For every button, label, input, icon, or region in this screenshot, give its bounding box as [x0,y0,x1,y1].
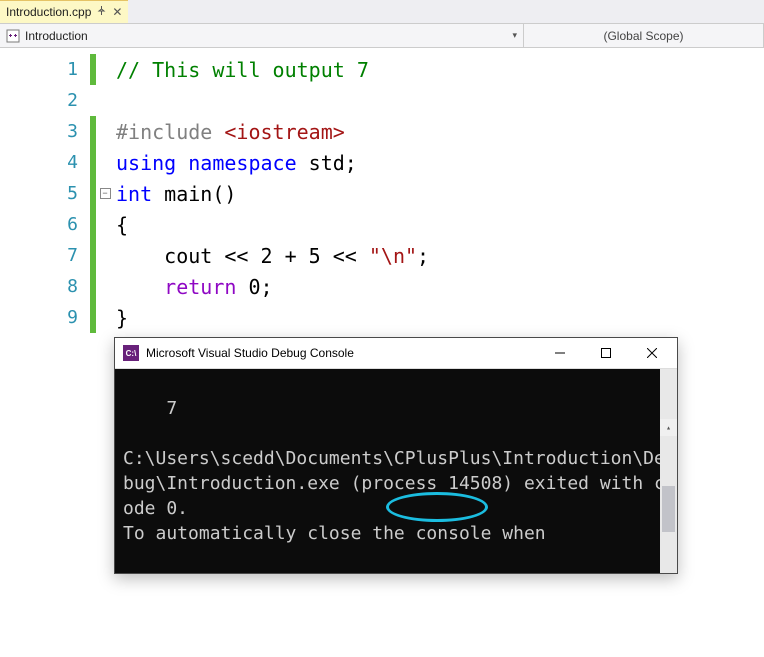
modification-marker [90,209,96,240]
console-title-text: Microsoft Visual Studio Debug Console [146,346,537,360]
tab-filename: Introduction.cpp [6,5,91,19]
close-icon[interactable]: ✕ [112,5,122,19]
line-number: 7 [0,240,88,271]
line-number: 6 [0,209,88,240]
maximize-button[interactable] [583,339,629,368]
modification-bar [88,48,98,657]
breadcrumb-scope[interactable]: (Global Scope) [524,24,764,47]
minimize-button[interactable] [537,339,583,368]
line-number: 4 [0,147,88,178]
breadcrumb-scope-label: (Global Scope) [603,29,683,43]
line-number: 9 [0,302,88,333]
line-number: 3 [0,116,88,147]
line-number: 2 [0,85,88,116]
scroll-track[interactable] [660,486,677,573]
console-app-icon: C:\ [123,345,139,361]
pin-icon[interactable] [97,6,106,18]
fold-cell: − [98,178,112,209]
modification-marker [90,302,96,333]
code-line[interactable]: #include <iostream> [116,116,764,147]
file-tab[interactable]: Introduction.cpp ✕ [0,0,128,23]
line-number-gutter: 123456789 [0,48,88,657]
line-number: 5 [0,178,88,209]
fold-cell [98,240,112,271]
code-line[interactable]: return 0; [116,271,764,302]
chevron-down-icon[interactable]: ▾ [512,30,517,41]
fold-cell [98,147,112,178]
modification-marker [90,85,96,116]
console-text: 7 C:\Users\scedd\Documents\CPlusPlus\Int… [123,398,665,544]
line-number: 1 [0,54,88,85]
console-output[interactable]: 7 C:\Users\scedd\Documents\CPlusPlus\Int… [115,369,677,573]
line-number: 8 [0,271,88,302]
scroll-thumb[interactable] [662,486,675,532]
scroll-up-button[interactable]: ▴ [660,419,677,436]
console-titlebar[interactable]: C:\ Microsoft Visual Studio Debug Consol… [115,338,677,369]
modification-marker [90,116,96,147]
code-line[interactable]: int main() [116,178,764,209]
modification-marker [90,240,96,271]
code-line[interactable] [116,85,764,116]
fold-cell [98,85,112,116]
fold-cell [98,209,112,240]
fold-column: − [98,48,112,657]
tab-bar: Introduction.cpp ✕ [0,0,764,24]
close-button[interactable] [629,339,675,368]
modification-marker [90,178,96,209]
fold-cell [98,302,112,333]
fold-cell [98,54,112,85]
cpp-file-icon [6,29,20,43]
code-line[interactable]: // This will output 7 [116,54,764,85]
code-line[interactable]: { [116,209,764,240]
breadcrumb-project-label: Introduction [25,29,88,43]
console-scrollbar[interactable]: ▴ ▾ [660,369,677,573]
code-line[interactable]: cout << 2 + 5 << "\n"; [116,240,764,271]
debug-console-window: C:\ Microsoft Visual Studio Debug Consol… [114,337,678,574]
breadcrumb-bar: Introduction ▾ (Global Scope) [0,24,764,48]
fold-cell [98,271,112,302]
modification-marker [90,147,96,178]
code-line[interactable]: } [116,302,764,333]
fold-toggle[interactable]: − [100,188,111,199]
modification-marker [90,54,96,85]
code-line[interactable]: using namespace std; [116,147,764,178]
annotation-oval [386,492,488,522]
fold-cell [98,116,112,147]
modification-marker [90,271,96,302]
breadcrumb-project[interactable]: Introduction ▾ [0,24,524,47]
